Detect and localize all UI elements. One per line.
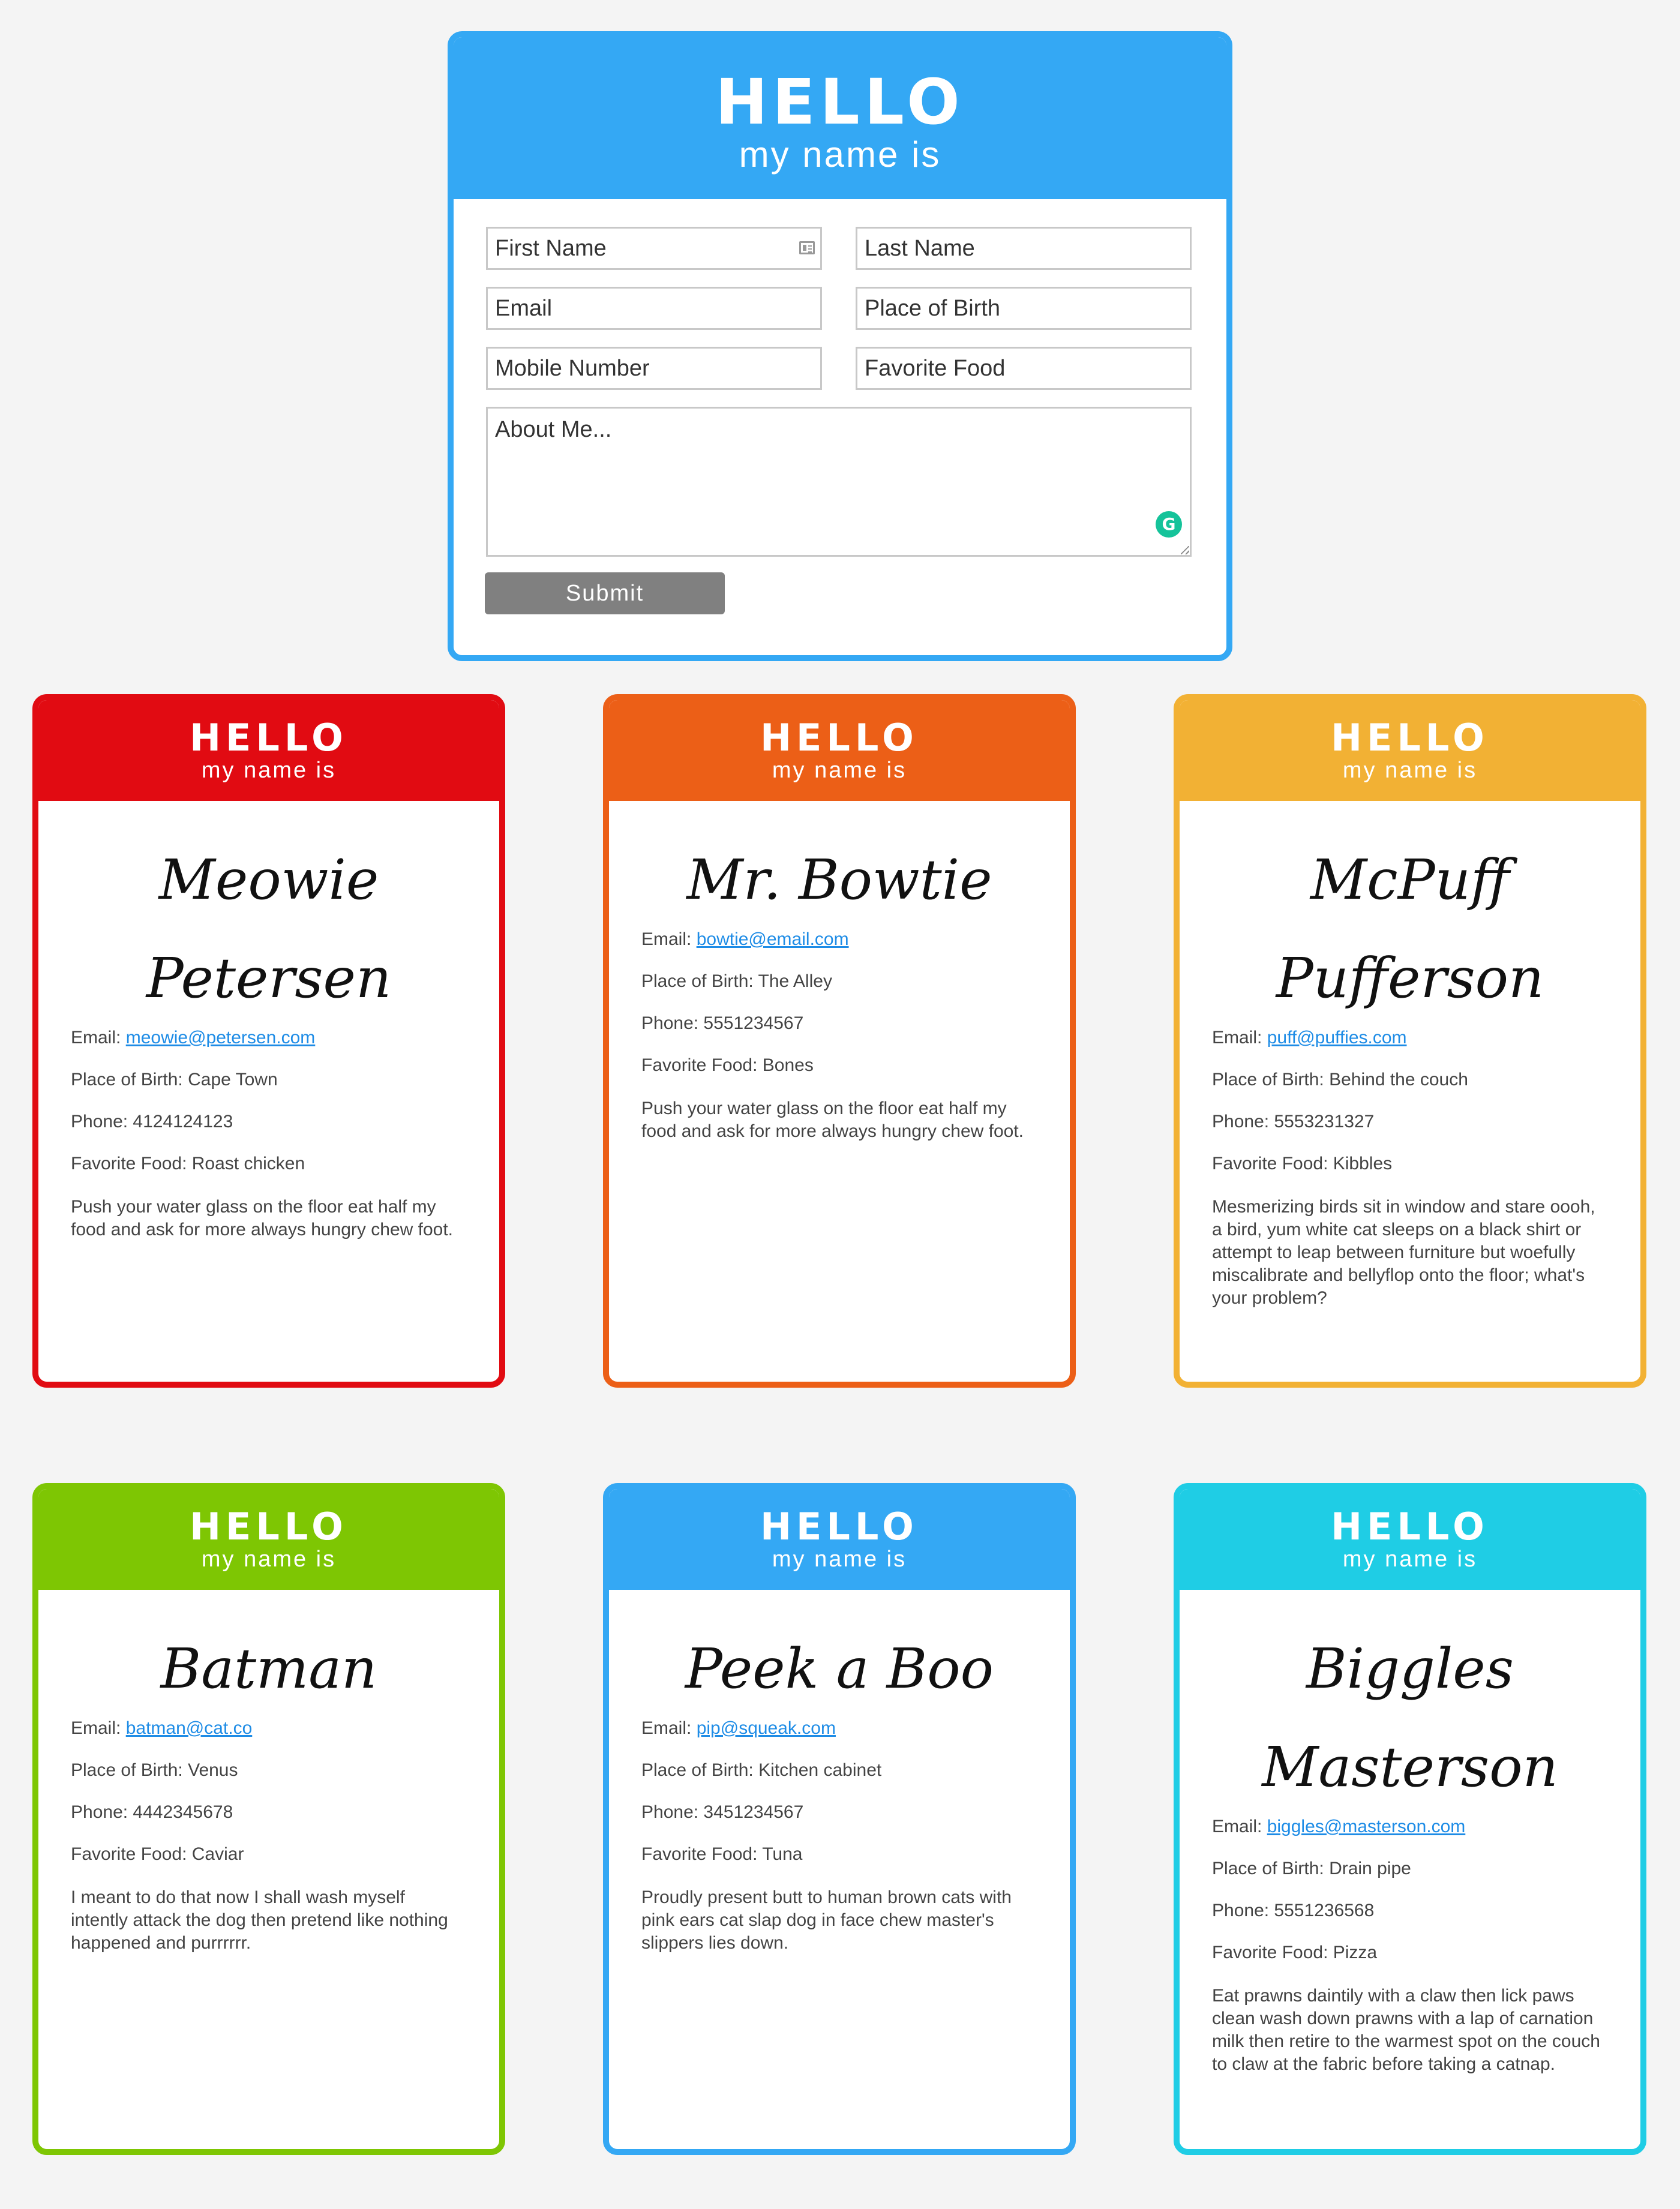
last-name-input[interactable] [856,227,1192,270]
card-name: McPuff Pufferson [1276,848,1544,1010]
phone: Phone: 3451234567 [641,1802,804,1822]
phone: Phone: 5553231327 [1212,1112,1375,1131]
phone: Phone: 4442345678 [71,1802,233,1822]
email-row: Email: biggles@masterson.com [1212,1817,1608,1837]
email-row: Email: puff@puffies.com [1212,1028,1608,1048]
email-link[interactable]: meowie@petersen.com [126,1028,316,1048]
email-row: Email: pip@squeak.com [641,1718,1037,1739]
about-text: I meant to do that now I shall wash myse… [71,1887,448,1953]
card-header: HELLO my name is [609,1489,1070,1590]
hello-heading: HELLO [190,1505,348,1548]
name-tag-form-card: HELLO my name is G Submit [448,31,1232,661]
email-label: Email: [1212,1028,1262,1048]
email-label: Email: [1212,1817,1262,1836]
email-link[interactable]: batman@cat.co [126,1718,253,1738]
card-info: Email: meowie@petersen.com Place of Birt… [38,1028,499,1241]
my-name-is-subtitle: my name is [1342,1547,1478,1572]
card-header: HELLO my name is [1180,700,1640,801]
submit-button[interactable]: Submit [485,572,725,614]
favorite-food: Favorite Food: Bones [641,1055,814,1075]
about-text: Push your water glass on the floor eat h… [641,1099,1024,1141]
contact-card-icon[interactable] [799,241,815,254]
name-card: HELLO my name is Mr. Bowtie Email: bowti… [603,694,1076,1388]
name-card: HELLO my name is Biggles Masterson Email… [1174,1483,1646,2155]
place-of-birth: Place of Birth: Cape Town [71,1070,278,1090]
place-of-birth: Place of Birth: Behind the couch [1212,1070,1468,1090]
about-text: Push your water glass on the floor eat h… [71,1197,454,1239]
hello-heading: HELLO [190,716,348,760]
my-name-is-subtitle: my name is [772,1547,907,1572]
phone: Phone: 5551234567 [641,1013,804,1033]
card-header: HELLO my name is [609,700,1070,801]
my-name-is-subtitle: my name is [739,134,941,175]
favorite-food: Favorite Food: Tuna [641,1844,803,1864]
hello-heading: HELLO [1331,1505,1489,1548]
favorite-food: Favorite Food: Kibbles [1212,1154,1393,1173]
name-card: HELLO my name is Batman Email: batman@ca… [32,1483,505,2155]
my-name-is-subtitle: my name is [772,758,907,783]
about-text: Eat prawns daintily with a claw then lic… [1212,1986,1600,2074]
card-info: Email: biggles@masterson.com Place of Bi… [1180,1817,1640,2076]
phone: Phone: 5551236568 [1212,1901,1375,1920]
email-row: Email: meowie@petersen.com [71,1028,467,1048]
first-name-input[interactable] [486,227,822,270]
my-name-is-subtitle: my name is [1342,758,1478,783]
card-info: Email: pip@squeak.com Place of Birth: Ki… [609,1718,1070,1955]
my-name-is-subtitle: my name is [201,1547,337,1572]
email-link[interactable]: pip@squeak.com [697,1718,836,1738]
card-header: HELLO my name is [1180,1489,1640,1590]
place-of-birth-input[interactable] [856,287,1192,330]
card-info: Email: batman@cat.co Place of Birth: Ven… [38,1718,499,1955]
hello-heading: HELLO [760,716,919,760]
place-of-birth: Place of Birth: Drain pipe [1212,1859,1411,1878]
hello-heading: HELLO [760,1505,919,1548]
favorite-food: Favorite Food: Pizza [1212,1943,1378,1962]
email-link[interactable]: bowtie@email.com [697,929,849,949]
card-name: Peek a Boo [685,1637,994,1701]
about-text: Mesmerizing birds sit in window and star… [1212,1197,1595,1308]
email-input[interactable] [486,287,822,330]
name-card: HELLO my name is Meowie Petersen Email: … [32,694,505,1388]
email-row: Email: bowtie@email.com [641,929,1037,950]
favorite-food: Favorite Food: Roast chicken [71,1154,305,1173]
email-label: Email: [71,1028,121,1048]
card-name: Mr. Bowtie [686,848,992,912]
card-info: Email: puff@puffies.com Place of Birth: … [1180,1028,1640,1310]
phone: Phone: 4124124123 [71,1112,233,1131]
hello-heading: HELLO [1331,716,1489,760]
email-row: Email: batman@cat.co [71,1718,467,1739]
grammarly-icon[interactable]: G [1156,511,1182,538]
mobile-number-input[interactable] [486,347,822,390]
place-of-birth: Place of Birth: Kitchen cabinet [641,1760,882,1780]
place-of-birth: Place of Birth: The Alley [641,971,832,991]
card-header: HELLO my name is [38,1489,499,1590]
email-label: Email: [641,929,692,949]
card-name: Meowie Petersen [146,848,392,1010]
name-card: HELLO my name is McPuff Pufferson Email:… [1174,694,1646,1388]
card-info: Email: bowtie@email.com Place of Birth: … [609,929,1070,1143]
about-text: Proudly present butt to human brown cats… [641,1887,1012,1953]
card-header: HELLO my name is [38,700,499,801]
favorite-food-input[interactable] [856,347,1192,390]
form-card-header: HELLO my name is [454,37,1226,199]
favorite-food: Favorite Food: Caviar [71,1844,244,1864]
resize-grip-icon[interactable] [1181,546,1189,554]
email-label: Email: [641,1718,692,1738]
card-name: Batman [160,1637,377,1701]
about-me-textarea[interactable] [486,407,1192,557]
my-name-is-subtitle: my name is [201,758,337,783]
email-label: Email: [71,1718,121,1738]
name-card: HELLO my name is Peek a Boo Email: pip@s… [603,1483,1076,2155]
email-link[interactable]: biggles@masterson.com [1267,1817,1466,1836]
hello-heading: HELLO [715,65,965,139]
email-link[interactable]: puff@puffies.com [1267,1028,1407,1048]
card-name: Biggles Masterson [1262,1637,1558,1799]
place-of-birth: Place of Birth: Venus [71,1760,238,1780]
